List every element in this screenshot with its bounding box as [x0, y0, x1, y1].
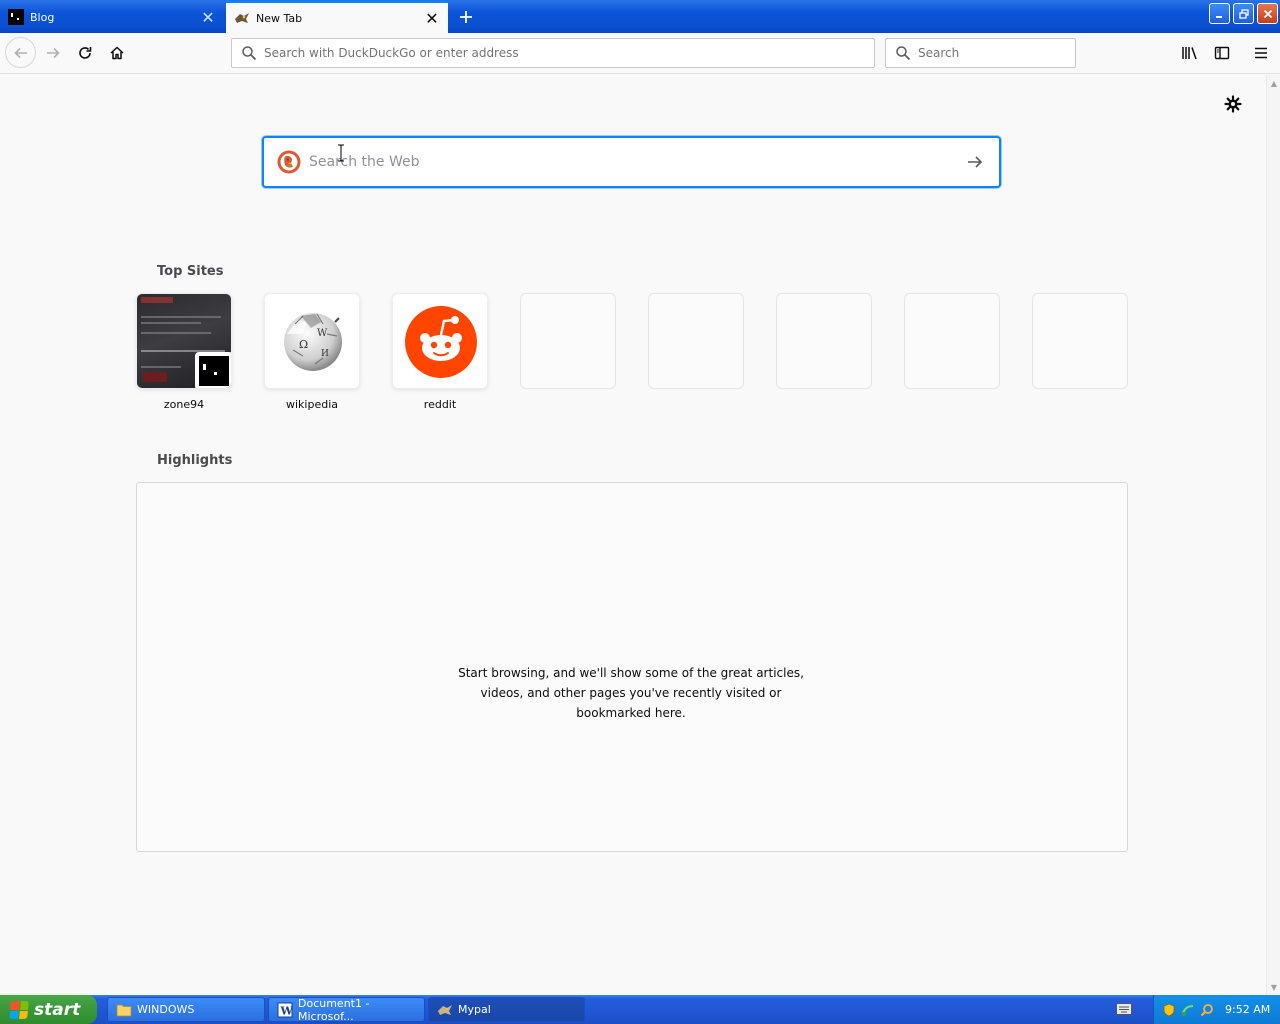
mypal-favicon-icon: [234, 10, 250, 26]
sidebar-icon: [1214, 46, 1230, 60]
window-controls: [1209, 3, 1278, 24]
top-site-placeholder: [1032, 293, 1128, 389]
tab-new-tab[interactable]: New Tab ✕: [226, 1, 448, 33]
top-site-label: zone94: [163, 398, 205, 411]
search-icon[interactable]: [1200, 1003, 1214, 1017]
security-shield-icon[interactable]: [1162, 1003, 1176, 1017]
wikipedia-globe-icon: Ω W И: [284, 313, 342, 371]
start-button[interactable]: start: [0, 995, 97, 1024]
taskbar-item-windows-folder[interactable]: WINDOWS: [107, 997, 265, 1022]
taskbar-item-label: WINDOWS: [137, 1003, 195, 1016]
navigation-toolbar: [0, 33, 1280, 74]
taskbar-item-mypal[interactable]: Mypal: [428, 997, 585, 1022]
svg-text:W: W: [280, 1004, 294, 1017]
text-cursor-icon: [337, 144, 345, 162]
top-site-placeholder: [648, 293, 744, 389]
windows-taskbar: start WINDOWS W Document1 - Microsof... …: [0, 995, 1280, 1024]
top-site-placeholder: [776, 293, 872, 389]
top-site-tile-reddit[interactable]: [392, 293, 488, 389]
hamburger-menu-icon: [1255, 47, 1267, 59]
search-submit-arrow-icon[interactable]: [955, 142, 995, 182]
start-label: start: [34, 999, 81, 1020]
new-tab-plus-icon[interactable]: [452, 3, 480, 31]
library-icon: [1182, 47, 1197, 60]
duckduckgo-logo-icon: [277, 150, 301, 174]
zone94-favicon-icon: [195, 352, 231, 388]
tab-label: New Tab: [256, 11, 303, 25]
keyboard-icon[interactable]: [1116, 1003, 1132, 1015]
close-tab-icon[interactable]: ✕: [196, 5, 220, 29]
top-site-label: reddit: [423, 398, 457, 411]
search-bar[interactable]: [885, 38, 1076, 68]
menu-button[interactable]: [1246, 38, 1276, 68]
library-button[interactable]: [1175, 38, 1205, 68]
url-input[interactable]: [264, 39, 874, 67]
scroll-up-icon[interactable]: ▲: [1267, 76, 1280, 90]
close-tab-icon[interactable]: ✕: [420, 6, 444, 30]
svg-text:W: W: [317, 328, 328, 339]
tab-strip: Blog ✕ New Tab ✕: [0, 0, 1280, 33]
forward-arrow-icon: [47, 47, 60, 59]
home-icon: [110, 46, 124, 60]
highlights-heading: Highlights: [157, 453, 233, 468]
top-site-label: wikipedia: [285, 398, 338, 411]
tab-blog[interactable]: Blog ✕: [0, 1, 224, 33]
search-input[interactable]: [918, 39, 1075, 67]
svg-text:Ω: Ω: [299, 338, 308, 351]
url-bar[interactable]: [231, 38, 875, 68]
reload-button[interactable]: [70, 38, 100, 68]
back-arrow-icon: [13, 47, 27, 58]
windows-logo-icon: [9, 1000, 29, 1019]
new-tab-page: Top Sites zone94 Ω W И wikipedia: [0, 75, 1266, 995]
tab-label: Blog: [30, 10, 55, 24]
search-icon: [895, 45, 911, 61]
taskbar-item-label: Document1 - Microsof...: [298, 996, 370, 1023]
search-icon: [241, 45, 257, 61]
svg-text:И: И: [321, 349, 329, 359]
sidebar-toggle-button[interactable]: [1207, 38, 1237, 68]
word-icon: W: [277, 1002, 293, 1018]
reddit-logo-icon: [405, 306, 477, 378]
page-scrollbar[interactable]: ▲ ▼: [1266, 75, 1280, 995]
reload-icon: [79, 47, 92, 59]
folder-icon: [116, 1002, 132, 1018]
gear-icon[interactable]: [1224, 95, 1242, 113]
web-search-box[interactable]: [262, 136, 1001, 188]
home-button[interactable]: [102, 38, 132, 68]
highlights-message: Start browsing, and we'll show some of t…: [458, 666, 804, 720]
top-site-tile-zone94[interactable]: [136, 293, 232, 389]
mypal-icon: [437, 1002, 453, 1018]
blog-favicon-icon: [8, 9, 24, 25]
taskbar-item-label: Mypal: [458, 1003, 491, 1016]
forward-button[interactable]: [38, 38, 68, 68]
system-tray: 9:52 AM: [1153, 995, 1280, 1024]
top-site-placeholder: [520, 293, 616, 389]
back-button[interactable]: [5, 37, 36, 68]
scroll-down-icon[interactable]: ▼: [1267, 980, 1280, 994]
clock[interactable]: 9:52 AM: [1225, 1003, 1270, 1016]
restore-button[interactable]: [1233, 3, 1254, 24]
web-search-input[interactable]: [309, 154, 955, 170]
taskbar-item-word-document[interactable]: W Document1 - Microsof...: [268, 996, 425, 1023]
close-window-button[interactable]: [1257, 3, 1278, 24]
top-site-placeholder: [904, 293, 1000, 389]
minimize-button[interactable]: [1209, 3, 1230, 24]
top-site-tile-wikipedia[interactable]: Ω W И: [264, 293, 360, 389]
top-sites-heading: Top Sites: [157, 264, 224, 279]
network-icon[interactable]: [1181, 1003, 1195, 1017]
